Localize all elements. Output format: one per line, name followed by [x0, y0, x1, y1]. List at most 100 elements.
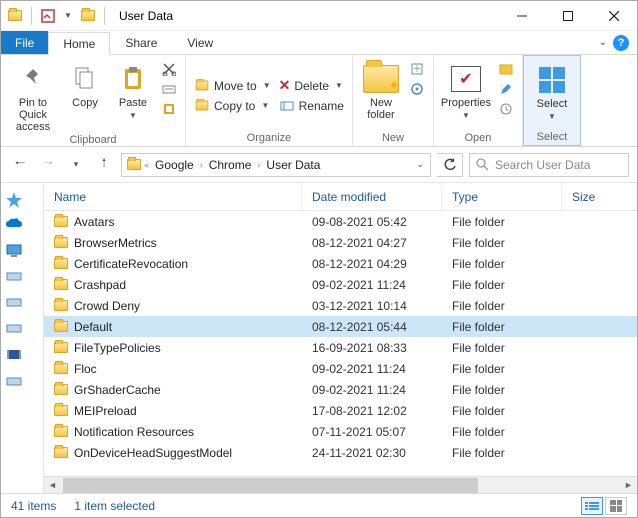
table-row[interactable]: FileTypePolicies16-09-2021 08:33File fol… — [44, 337, 637, 358]
folder-icon — [54, 405, 68, 416]
history-icon[interactable] — [498, 101, 514, 117]
drive-icon-3[interactable] — [5, 321, 29, 339]
row-date: 09-08-2021 05:42 — [302, 215, 442, 229]
large-icons-view-icon — [610, 500, 622, 512]
rename-button[interactable]: Rename — [277, 97, 346, 115]
scroll-right-icon[interactable]: ► — [620, 477, 637, 494]
row-type: File folder — [442, 278, 562, 292]
column-headers: Name Date modified Type Size — [44, 183, 637, 211]
address-dropdown-icon[interactable]: ⌄ — [410, 159, 430, 170]
cut-icon[interactable] — [161, 61, 177, 77]
folder-icon — [54, 321, 68, 332]
select-button[interactable]: Select ▼ — [530, 62, 574, 121]
breadcrumb-separator-icon[interactable]: › — [257, 160, 260, 170]
status-item-count: 41 items — [11, 499, 56, 513]
paste-icon — [121, 63, 145, 95]
table-row[interactable]: Notification Resources07-11-2021 05:07Fi… — [44, 421, 637, 442]
folder-icon — [54, 300, 68, 311]
table-row[interactable]: CertificateRevocation08-12-2021 04:29Fil… — [44, 253, 637, 274]
table-row[interactable]: BrowserMetrics08-12-2021 04:27File folde… — [44, 232, 637, 253]
table-row[interactable]: Floc09-02-2021 11:24File folder — [44, 358, 637, 379]
properties-dropdown-icon[interactable]: ▼ — [462, 111, 470, 120]
pin-to-quick-access-button[interactable]: Pin to Quick access — [7, 61, 59, 133]
window-title: User Data — [119, 9, 173, 23]
title-bar: ▼ User Data — [1, 1, 637, 31]
clipboard-group-label: Clipboard — [69, 133, 116, 146]
copy-button[interactable]: Copy — [63, 61, 107, 109]
status-selection-count: 1 item selected — [74, 499, 155, 513]
table-row[interactable]: MEIPreload17-08-2021 12:02File folder — [44, 400, 637, 421]
column-header-date[interactable]: Date modified — [302, 183, 442, 210]
ribbon-tabs: File Home Share View ⌄ ? — [1, 31, 637, 55]
column-header-name[interactable]: Name — [44, 183, 302, 210]
paste-dropdown-icon[interactable]: ▼ — [129, 111, 137, 120]
breadcrumb-item[interactable]: Google — [151, 158, 198, 172]
drive-icon[interactable] — [5, 269, 29, 287]
row-type: File folder — [442, 362, 562, 376]
breadcrumb-item[interactable]: User Data — [262, 158, 324, 172]
search-box[interactable]: Search User Data — [469, 153, 629, 177]
table-row[interactable]: Crowd Deny03-12-2021 10:14File folder — [44, 295, 637, 316]
column-header-size[interactable]: Size — [562, 183, 637, 210]
drive-icon-2[interactable] — [5, 295, 29, 313]
table-row[interactable]: Avatars09-08-2021 05:42File folder — [44, 211, 637, 232]
collapse-ribbon-icon[interactable]: ⌄ — [599, 37, 607, 48]
details-view-icon — [585, 502, 599, 510]
new-item-icon[interactable]: ＋ — [409, 61, 425, 77]
file-list: Name Date modified Type Size Avatars09-0… — [44, 183, 637, 493]
qat-properties-icon[interactable] — [40, 8, 56, 24]
table-row[interactable]: Crashpad09-02-2021 11:24File folder — [44, 274, 637, 295]
properties-button[interactable]: Properties ▼ — [440, 61, 492, 120]
refresh-button[interactable] — [437, 153, 463, 177]
details-view-button[interactable] — [581, 497, 603, 515]
row-type: File folder — [442, 320, 562, 334]
network-icon[interactable] — [5, 373, 29, 391]
open-icon[interactable] — [498, 61, 514, 77]
move-to-icon — [194, 78, 210, 94]
navigation-pane[interactable] — [1, 183, 44, 493]
close-button[interactable] — [591, 1, 637, 31]
column-header-type[interactable]: Type — [442, 183, 562, 210]
folder-icon — [54, 363, 68, 374]
this-pc-icon[interactable] — [5, 243, 29, 261]
app-folder-icon — [7, 8, 23, 24]
horizontal-scrollbar[interactable]: ◄ ► — [44, 476, 637, 493]
breadcrumb-separator-icon[interactable]: › — [200, 160, 203, 170]
up-button[interactable]: 🠑 — [93, 154, 115, 176]
copy-path-icon[interactable] — [161, 81, 177, 97]
breadcrumb-item[interactable]: Chrome — [205, 158, 256, 172]
address-bar[interactable]: « Google › Chrome › User Data ⌄ — [121, 153, 431, 177]
move-to-button[interactable]: Move to ▼ — [192, 77, 273, 95]
copy-to-button[interactable]: Copy to ▼ — [192, 97, 273, 115]
new-folder-button[interactable]: New folder — [359, 61, 403, 121]
qat-dropdown-icon[interactable]: ▼ — [60, 8, 76, 24]
onedrive-icon[interactable] — [5, 217, 29, 235]
back-button[interactable]: 🠐 — [9, 154, 31, 176]
table-row[interactable]: GrShaderCache09-02-2021 11:24File folder — [44, 379, 637, 400]
scroll-left-icon[interactable]: ◄ — [44, 477, 61, 494]
easy-access-icon[interactable] — [409, 81, 425, 97]
maximize-button[interactable] — [545, 1, 591, 31]
edit-icon[interactable] — [498, 81, 514, 97]
breadcrumb-leading-separator[interactable]: « — [144, 160, 149, 170]
forward-button[interactable]: 🠒 — [37, 154, 59, 176]
recent-locations-button[interactable]: ▾ — [65, 154, 87, 176]
delete-button[interactable]: ✕ Delete ▼ — [277, 76, 346, 95]
large-icons-view-button[interactable] — [605, 497, 627, 515]
table-row[interactable]: OnDeviceHeadSuggestModel24-11-2021 02:30… — [44, 442, 637, 463]
table-row[interactable]: Default08-12-2021 05:44File folder — [44, 316, 637, 337]
quick-access-icon[interactable] — [5, 191, 29, 209]
navigation-bar: 🠐 🠒 ▾ 🠑 « Google › Chrome › User Data ⌄ … — [1, 147, 637, 183]
minimize-button[interactable] — [499, 1, 545, 31]
tab-file[interactable]: File — [1, 31, 48, 54]
dropdown-icon: ▼ — [261, 101, 269, 110]
paste-button[interactable]: Paste ▼ — [111, 61, 155, 120]
tab-home[interactable]: Home — [48, 32, 110, 55]
scrollbar-thumb[interactable] — [63, 478, 478, 493]
help-icon[interactable]: ? — [613, 35, 629, 51]
paste-shortcut-icon[interactable] — [161, 101, 177, 117]
videos-icon[interactable] — [5, 347, 29, 365]
select-dropdown-icon[interactable]: ▼ — [548, 112, 556, 121]
tab-share[interactable]: Share — [110, 31, 172, 54]
tab-view[interactable]: View — [172, 31, 228, 54]
